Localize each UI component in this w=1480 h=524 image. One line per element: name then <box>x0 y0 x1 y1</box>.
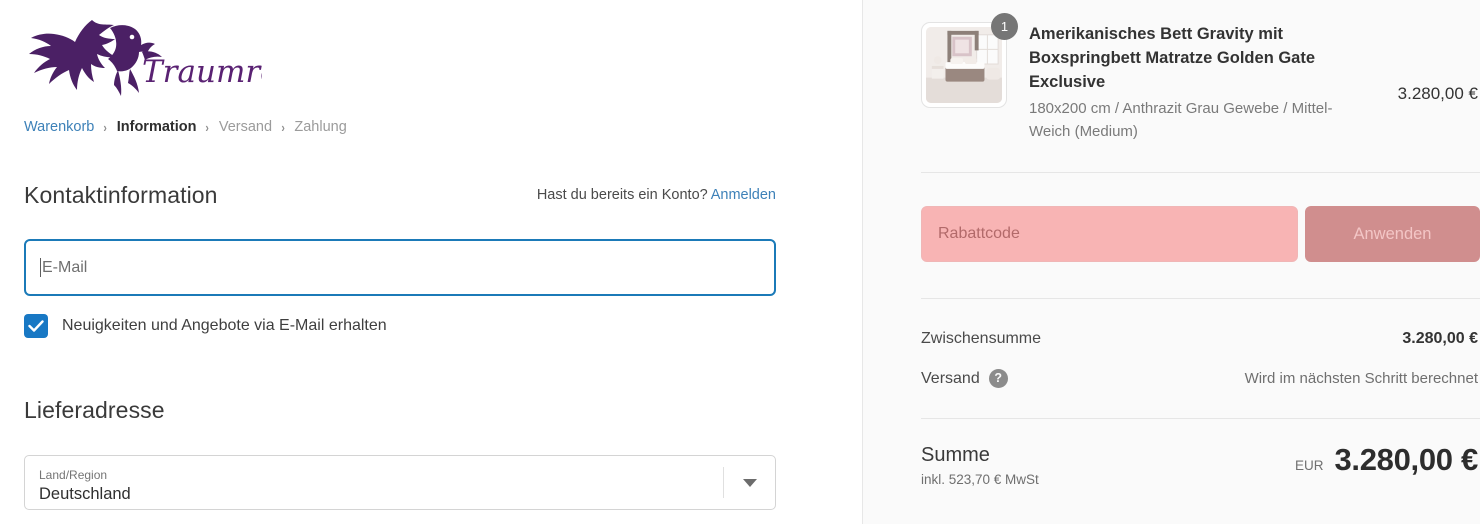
text-caret <box>40 258 41 277</box>
product-quantity-badge: 1 <box>991 13 1018 40</box>
breadcrumb-item-versand: Versand <box>218 119 273 135</box>
newsletter-checkbox[interactable] <box>24 314 48 338</box>
subtotal-value: 3.280,00 € <box>1402 330 1478 347</box>
breadcrumb-item-zahlung: Zahlung <box>294 119 347 135</box>
product-thumbnail-wrap: 1 <box>921 13 1018 108</box>
grand-total-amount-group: EUR 3.280,00 € <box>1295 442 1480 478</box>
order-product-row: 1 Amerikanisches Bett Gravity mit Boxspr… <box>921 13 1480 143</box>
product-variant: 180x200 cm / Anthrazit Grau Gewebe / Mit… <box>1029 100 1333 140</box>
country-select-label: Land/Region <box>39 467 108 482</box>
shipping-label-group: Versand ? <box>921 369 1008 388</box>
summary-divider <box>921 298 1480 299</box>
breadcrumb-separator-icon: › <box>103 119 108 135</box>
newsletter-label: Neuigkeiten und Angebote via E-Mail erha… <box>62 317 387 334</box>
brand-logo[interactable]: Traumreiter <box>22 8 262 104</box>
country-select[interactable]: Land/Region Deutschland <box>24 455 776 510</box>
breadcrumb: Warenkorb › Information › Versand › Zahl… <box>24 119 347 135</box>
question-mark-icon[interactable]: ? <box>988 369 1008 388</box>
svg-text:Traumreiter: Traumreiter <box>142 54 262 90</box>
login-link[interactable]: Anmelden <box>711 187 776 203</box>
pegasus-logo-icon: Traumreiter <box>29 20 262 96</box>
shipping-note: Wird im nächsten Schritt berechnet <box>1244 370 1478 387</box>
email-input-placeholder: E-Mail <box>42 258 88 276</box>
country-select-inner: Land/Region Deutschland <box>25 456 723 509</box>
apply-discount-button[interactable]: Anwenden <box>1305 206 1480 262</box>
grand-total-label: Summe <box>921 444 990 466</box>
existing-account-prompt: Hast du bereits ein Konto? Anmelden <box>537 187 776 203</box>
grand-total-labels: Summe inkl. 523,70 € MwSt <box>921 442 1039 487</box>
account-question-text: Hast du bereits ein Konto? <box>536 187 708 203</box>
subtotal-row: Zwischensumme 3.280,00 € <box>921 330 1480 348</box>
breadcrumb-item-warenkorb[interactable]: Warenkorb <box>24 119 94 135</box>
grand-total-tax-note: inkl. 523,70 € MwSt <box>921 472 1039 487</box>
email-field[interactable]: E-Mail <box>24 239 776 296</box>
grand-total-amount: 3.280,00 € <box>1334 442 1478 477</box>
discount-code-placeholder: Rabattcode <box>938 225 1020 242</box>
grand-total-row: Summe inkl. 523,70 € MwSt EUR 3.280,00 € <box>921 442 1480 487</box>
checkmark-icon <box>28 320 44 332</box>
breadcrumb-separator-icon: › <box>281 119 285 135</box>
discount-code-row: Rabattcode Anwenden <box>921 206 1480 262</box>
discount-code-input[interactable]: Rabattcode <box>921 206 1298 262</box>
chevron-down-icon <box>742 478 757 487</box>
checkout-page: Traumreiter Warenkorb › Information › Ve… <box>0 0 1480 524</box>
bedroom-product-image-icon <box>926 27 1002 103</box>
product-price: 3.280,00 € <box>1397 84 1478 103</box>
country-select-arrow[interactable] <box>723 467 775 498</box>
product-info: Amerikanisches Bett Gravity mit Boxsprin… <box>1029 22 1398 143</box>
grand-total-currency: EUR <box>1294 458 1324 473</box>
summary-divider <box>921 418 1480 419</box>
shipping-label: Versand <box>921 369 980 387</box>
shipping-cost-row: Versand ? Wird im nächsten Schritt berec… <box>921 369 1480 388</box>
bedroom-illustration-icon <box>926 27 1002 103</box>
checkout-form-column: Traumreiter Warenkorb › Information › Ve… <box>0 0 862 524</box>
contact-section-title: Kontaktinformation <box>24 182 218 208</box>
country-select-value: Deutschland <box>39 484 131 503</box>
breadcrumb-separator-icon: › <box>205 119 210 135</box>
subtotal-label: Zwischensumme <box>921 330 1042 347</box>
order-summary-column: 1 Amerikanisches Bett Gravity mit Boxspr… <box>862 0 1480 524</box>
newsletter-checkbox-row[interactable]: Neuigkeiten und Angebote via E-Mail erha… <box>24 314 387 338</box>
shipping-address-title: Lieferadresse <box>24 397 165 423</box>
product-title: Amerikanisches Bett Gravity mit Boxsprin… <box>1029 25 1316 91</box>
breadcrumb-item-information[interactable]: Information <box>117 119 197 135</box>
summary-divider <box>921 172 1480 173</box>
